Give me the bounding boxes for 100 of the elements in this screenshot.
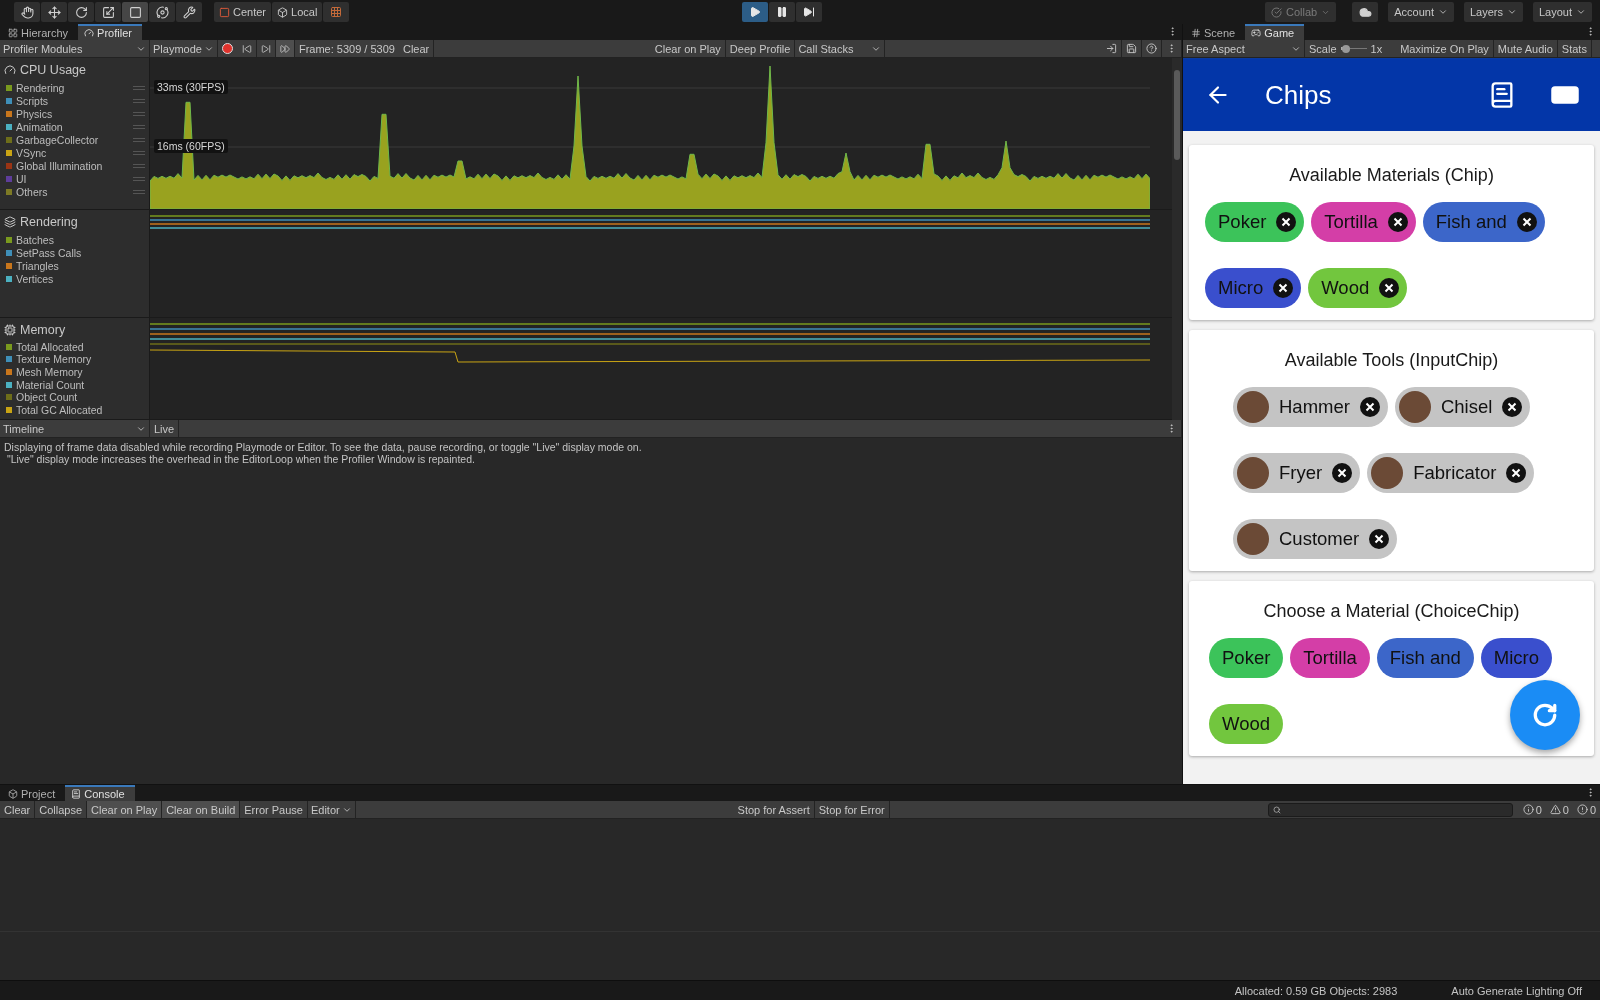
- window-tab[interactable]: Game: [1245, 24, 1305, 40]
- pivot-button[interactable]: Local: [272, 2, 323, 22]
- delete-icon[interactable]: [1276, 212, 1297, 232]
- delete-icon[interactable]: [1379, 278, 1400, 298]
- legend-label[interactable]: Physics: [16, 107, 129, 120]
- chip[interactable]: Customer: [1233, 519, 1398, 559]
- chip[interactable]: Tortilla: [1311, 202, 1416, 242]
- chip[interactable]: Fryer: [1233, 453, 1361, 493]
- chip[interactable]: Fish and: [1376, 638, 1474, 678]
- legend-label[interactable]: Mesh Memory: [16, 365, 145, 378]
- chip[interactable]: Hammer: [1233, 387, 1388, 427]
- window-tab[interactable]: Scene: [1185, 24, 1246, 40]
- drag-handle-icon[interactable]: [133, 163, 145, 168]
- chip[interactable]: Fish and: [1422, 202, 1545, 242]
- message-count[interactable]: 0: [1518, 803, 1546, 816]
- chip[interactable]: Poker: [1209, 638, 1284, 678]
- window-tab[interactable]: Project: [2, 785, 66, 801]
- scrollbar-thumb[interactable]: [1174, 70, 1180, 160]
- delete-icon[interactable]: [1369, 529, 1390, 549]
- delete-icon[interactable]: [1502, 397, 1523, 417]
- legend-label[interactable]: Global Illumination: [16, 159, 129, 172]
- chip[interactable]: Wood: [1308, 268, 1408, 308]
- module-title[interactable]: Rendering: [20, 215, 78, 229]
- cloud-button[interactable]: [1352, 2, 1379, 22]
- legend-label[interactable]: Batches: [16, 233, 145, 246]
- drag-handle-icon[interactable]: [133, 189, 145, 194]
- aspect-dropdown[interactable]: Free Aspect: [1183, 40, 1305, 57]
- pause-button[interactable]: [769, 2, 795, 22]
- delete-icon[interactable]: [1359, 397, 1380, 417]
- scale-icon: [101, 5, 115, 19]
- drag-handle-icon[interactable]: [133, 85, 145, 90]
- legend-label[interactable]: Rendering: [16, 81, 129, 94]
- lighting-status: Auto Generate Lighting Off: [1451, 984, 1582, 997]
- legend-label[interactable]: Others: [16, 185, 129, 198]
- drag-handle-icon[interactable]: [133, 111, 145, 116]
- hand-tool-button[interactable]: [14, 2, 40, 22]
- step-button[interactable]: [796, 2, 822, 22]
- legend-label[interactable]: GarbageCollector: [16, 133, 129, 146]
- avatar-placeholder: [1398, 391, 1431, 423]
- chip[interactable]: Wood: [1209, 704, 1283, 744]
- drag-handle-icon[interactable]: [133, 176, 145, 181]
- view-dropdown[interactable]: Timeline: [0, 420, 150, 437]
- legend-label[interactable]: VSync: [16, 146, 129, 159]
- dropdown-menu[interactable]: Layers: [1463, 2, 1523, 22]
- transform-tool-button[interactable]: [149, 2, 175, 22]
- avatar-placeholder: [1237, 391, 1269, 423]
- chip[interactable]: Tortilla: [1290, 638, 1370, 678]
- delete-icon[interactable]: [1387, 212, 1408, 232]
- target-dropdown[interactable]: Playmode: [150, 40, 218, 57]
- legend-label[interactable]: Animation: [16, 120, 129, 133]
- message-count[interactable]: 0: [1572, 803, 1600, 816]
- pivot-button[interactable]: Center: [214, 2, 272, 22]
- delete-icon[interactable]: [1506, 463, 1527, 483]
- module-title[interactable]: Memory: [20, 322, 66, 337]
- module-title[interactable]: CPU Usage: [20, 63, 86, 77]
- legend-label[interactable]: Total Allocated: [16, 340, 145, 353]
- delete-icon[interactable]: [1332, 463, 1353, 483]
- message-count[interactable]: 0: [1545, 803, 1573, 816]
- legend-label[interactable]: SetPass Calls: [16, 246, 145, 259]
- chip[interactable]: Fabricator: [1367, 453, 1535, 493]
- step-icon: [803, 6, 815, 18]
- drag-handle-icon[interactable]: [133, 98, 145, 103]
- frame-time-marker: 33ms (30FPS): [154, 80, 228, 94]
- rect-tool-button[interactable]: [122, 2, 148, 22]
- legend-label[interactable]: Material Count: [16, 378, 145, 391]
- toolbar-button[interactable]: Clear on Play: [87, 801, 163, 818]
- window-tab[interactable]: Console: [65, 785, 135, 801]
- dropdown-menu[interactable]: Layout: [1532, 2, 1592, 22]
- legend-label[interactable]: Texture Memory: [16, 353, 145, 366]
- gauge-icon: [84, 28, 95, 38]
- scale-slider[interactable]: [1340, 43, 1367, 54]
- window-tab[interactable]: Hierarchy: [2, 24, 79, 40]
- chip[interactable]: Poker: [1205, 202, 1305, 242]
- legend-label[interactable]: Triangles: [16, 259, 145, 272]
- move-tool-button[interactable]: [41, 2, 67, 22]
- scale-tool-button[interactable]: [95, 2, 121, 22]
- drag-handle-icon[interactable]: [133, 137, 145, 142]
- legend-label[interactable]: Scripts: [16, 94, 129, 107]
- delete-icon[interactable]: [1273, 278, 1294, 298]
- drag-handle-icon[interactable]: [133, 124, 145, 129]
- dropdown-menu[interactable]: Account: [1388, 2, 1454, 22]
- rotate-tool-button[interactable]: [68, 2, 94, 22]
- legend-label[interactable]: Object Count: [16, 391, 145, 404]
- profiler-message: Displaying of frame data disabled while recording Playmode or Editor. To see the data, pause recording, or toggle "Live" display mode on. "Live" display mode increases the overhead in the EditorLoop when the Profiler Window is repainted.: [3, 440, 643, 467]
- custom-tool-button[interactable]: [176, 2, 202, 22]
- toolbar-button[interactable]: Clear on Build: [162, 801, 241, 818]
- legend-label[interactable]: Total GC Allocated: [16, 403, 145, 416]
- chip[interactable]: Chisel: [1394, 387, 1531, 427]
- play-button[interactable]: [742, 2, 768, 22]
- search-field[interactable]: [1267, 802, 1513, 817]
- memory-status: Allocated: 0.59 GB Objects: 2983: [1234, 984, 1398, 997]
- drag-handle-icon[interactable]: [133, 150, 145, 155]
- legend-label[interactable]: Vertices: [16, 272, 145, 285]
- modules-dropdown[interactable]: Profiler Modules: [0, 40, 150, 57]
- play-icon: [749, 6, 761, 18]
- rotate-icon: [74, 5, 88, 19]
- delete-icon[interactable]: [1516, 212, 1537, 232]
- window-tab[interactable]: Profiler: [78, 24, 142, 40]
- grid-snap-button[interactable]: [323, 2, 350, 22]
- legend-label[interactable]: UI: [16, 172, 129, 185]
